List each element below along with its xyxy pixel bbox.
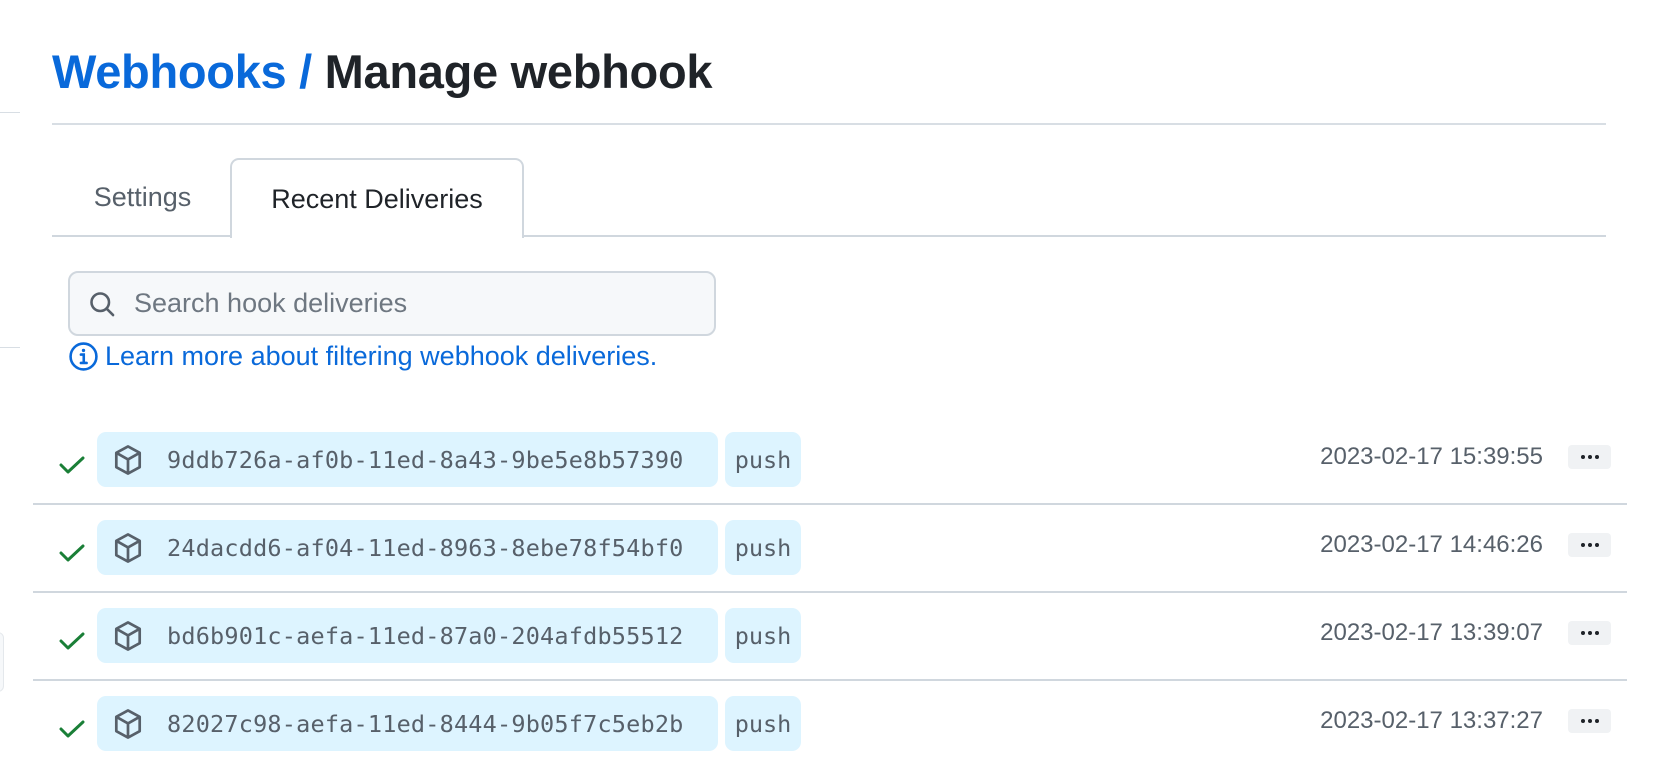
tab-settings[interactable]: Settings [52,158,213,237]
delivery-menu-button[interactable] [1568,621,1611,645]
breadcrumb-webhooks-link[interactable]: Webhooks [52,45,287,98]
check-icon [59,456,85,474]
sidebar-divider [0,347,20,348]
page-title: Webhooks / Manage webhook [52,44,713,100]
delivery-row[interactable]: 9ddb726a-af0b-11ed-8a43-9be5e8b57390 pus… [33,417,1627,505]
event-type-badge: push [725,520,801,575]
package-icon [114,444,142,475]
kebab-dot [1594,543,1599,547]
search-box[interactable] [68,271,716,336]
filtering-help-link[interactable]: Learn more about filtering webhook deliv… [68,341,657,372]
kebab-dot [1587,455,1592,459]
kebab-dot [1594,631,1599,635]
event-type-badge: push [725,432,801,487]
delivery-timestamp: 2023-02-17 13:39:07 [1320,619,1543,646]
kebab-dot [1594,719,1599,723]
kebab-horizontal-icon [1580,719,1585,723]
kebab-horizontal-icon [1580,543,1585,547]
delivery-guid-pill[interactable]: bd6b901c-aefa-11ed-87a0-204afdb55512 [97,608,718,663]
check-icon [59,544,85,562]
delivery-menu-button[interactable] [1568,533,1611,557]
breadcrumb-current: Manage webhook [324,45,713,98]
kebab-dot [1587,631,1592,635]
delivery-guid: 24dacdd6-af04-11ed-8963-8ebe78f54bf0 [167,533,684,562]
kebab-dot [1587,719,1592,723]
filtering-help-text: Learn more about filtering webhook deliv… [105,341,658,371]
header-divider [52,123,1606,125]
search-input[interactable] [134,288,674,319]
breadcrumb-separator: / [299,45,312,98]
delivery-menu-button[interactable] [1568,445,1611,469]
delivery-guid: bd6b901c-aefa-11ed-87a0-204afdb55512 [167,621,684,650]
kebab-horizontal-icon [1580,631,1585,635]
event-type-badge: push [725,696,801,751]
info-icon [69,342,98,371]
delivery-row[interactable]: bd6b901c-aefa-11ed-87a0-204afdb55512 pus… [33,593,1627,681]
sidebar-item-fragment [0,632,4,692]
delivery-row[interactable]: 82027c98-aefa-11ed-8444-9b05f7c5eb2b pus… [33,681,1627,764]
delivery-row[interactable]: 24dacdd6-af04-11ed-8963-8ebe78f54bf0 pus… [33,505,1627,593]
delivery-guid-pill[interactable]: 24dacdd6-af04-11ed-8963-8ebe78f54bf0 [97,520,718,575]
check-icon [59,720,85,738]
search-icon [90,291,115,316]
kebab-horizontal-icon [1580,455,1585,459]
delivery-guid-pill[interactable]: 82027c98-aefa-11ed-8444-9b05f7c5eb2b [97,696,718,751]
sidebar-divider [0,112,20,113]
delivery-guid-pill[interactable]: 9ddb726a-af0b-11ed-8a43-9be5e8b57390 [97,432,718,487]
tab-recent-deliveries[interactable]: Recent Deliveries [230,158,524,238]
check-icon [59,632,85,650]
package-icon [114,532,142,563]
delivery-timestamp: 2023-02-17 13:37:27 [1320,707,1543,734]
event-type-badge: push [725,608,801,663]
package-icon [114,620,142,651]
delivery-guid: 82027c98-aefa-11ed-8444-9b05f7c5eb2b [167,709,684,738]
delivery-guid: 9ddb726a-af0b-11ed-8a43-9be5e8b57390 [167,445,684,474]
kebab-dot [1587,543,1592,547]
package-icon [114,708,142,739]
delivery-timestamp: 2023-02-17 14:46:26 [1320,531,1543,558]
delivery-menu-button[interactable] [1568,709,1611,733]
delivery-timestamp: 2023-02-17 15:39:55 [1320,443,1543,470]
kebab-dot [1594,455,1599,459]
